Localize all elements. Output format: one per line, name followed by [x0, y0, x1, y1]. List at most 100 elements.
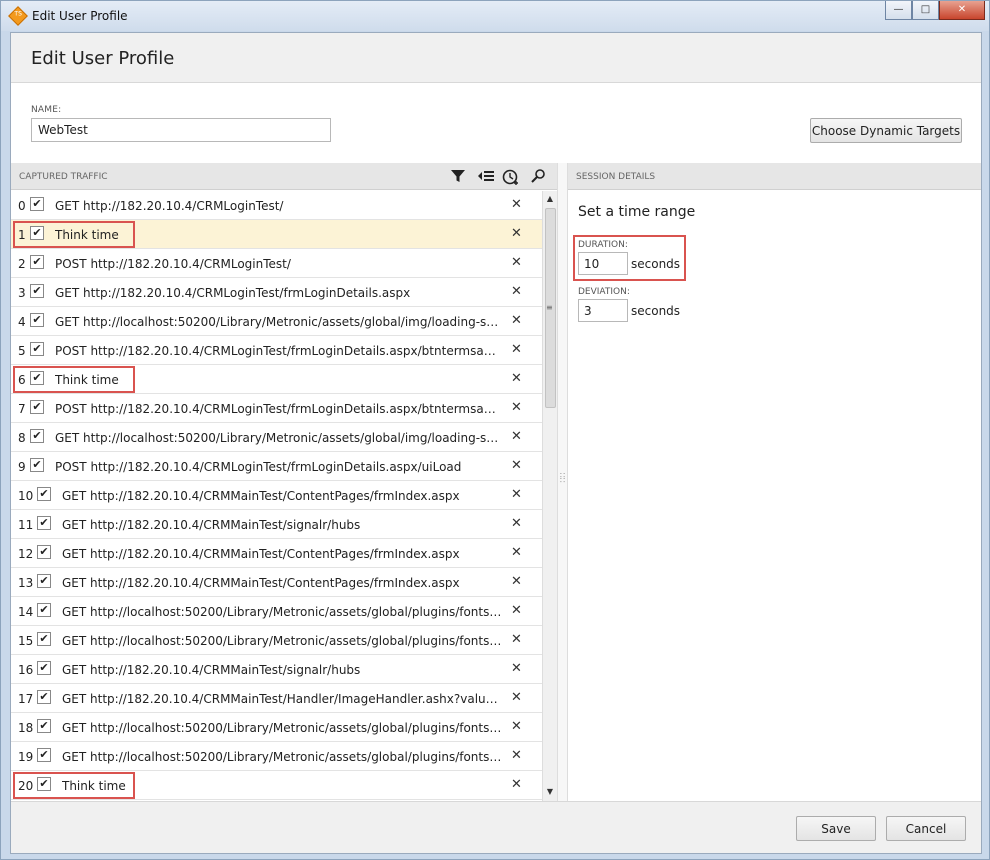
- traffic-row[interactable]: 6 ✔ Think time ✕: [11, 365, 542, 394]
- delete-row-icon[interactable]: ✕: [511, 197, 522, 212]
- scroll-down-icon[interactable]: ▼: [545, 787, 555, 796]
- collapse-list-icon[interactable]: [477, 168, 495, 186]
- row-checkbox[interactable]: ✔: [37, 748, 51, 762]
- traffic-row[interactable]: 9 ✔ POST http://182.20.10.4/CRMLoginTest/f…: [11, 452, 542, 481]
- traffic-row[interactable]: 1 ✔ Think time ✕: [11, 220, 542, 249]
- traffic-row[interactable]: 3 ✔ GET http://182.20.10.4/CRMLoginTest/fr…: [11, 278, 542, 307]
- scrollbar-grip-icon: ≡: [546, 303, 553, 312]
- delete-row-icon[interactable]: ✕: [511, 516, 522, 531]
- maximize-icon[interactable]: □: [912, 1, 939, 20]
- delete-row-icon[interactable]: ✕: [511, 777, 522, 792]
- save-button[interactable]: Save: [796, 816, 876, 841]
- delete-row-icon[interactable]: ✕: [511, 632, 522, 647]
- traffic-row[interactable]: 16 ✔ GET http://182.20.10.4/CRMMainTest/si…: [11, 655, 542, 684]
- delete-row-icon[interactable]: ✕: [511, 661, 522, 676]
- row-checkbox[interactable]: ✔: [37, 574, 51, 588]
- traffic-row[interactable]: 5 ✔ POST http://182.20.10.4/CRMLoginTest/f…: [11, 336, 542, 365]
- delete-row-icon[interactable]: ✕: [511, 342, 522, 357]
- delete-row-icon[interactable]: ✕: [511, 719, 522, 734]
- minimize-icon[interactable]: —: [885, 1, 912, 20]
- row-checkbox[interactable]: ✔: [30, 342, 44, 356]
- row-checkbox[interactable]: ✔: [30, 400, 44, 414]
- dialog-header: Edit User Profile: [11, 33, 981, 83]
- traffic-row[interactable]: 19 ✔ GET http://localhost:50200/Library/Me…: [11, 742, 542, 771]
- row-checkbox[interactable]: ✔: [37, 690, 51, 704]
- traffic-row[interactable]: 14 ✔ GET http://localhost:50200/Library/Me…: [11, 597, 542, 626]
- duration-input[interactable]: [578, 252, 628, 275]
- row-request-text: GET http://localhost:50200/Library/Metro…: [55, 431, 503, 445]
- row-checkbox[interactable]: ✔: [30, 226, 44, 240]
- traffic-row[interactable]: 0 ✔ GET http://182.20.10.4/CRMLoginTest/ ✕: [11, 191, 542, 220]
- row-index: 5: [18, 344, 26, 358]
- row-request-text: GET http://182.20.10.4/CRMMainTest/Conte…: [62, 547, 460, 561]
- row-index: 20: [18, 779, 34, 793]
- delete-row-icon[interactable]: ✕: [511, 226, 522, 241]
- splitter-grip-icon: ∷ ∷: [560, 471, 566, 485]
- traffic-scrollbar[interactable]: ▲ ≡ ▼: [542, 191, 557, 801]
- delete-row-icon[interactable]: ✕: [511, 400, 522, 415]
- traffic-row[interactable]: 11 ✔ GET http://182.20.10.4/CRMMainTest/si…: [11, 510, 542, 539]
- row-request-text: GET http://182.20.10.4/CRMMainTest/Conte…: [62, 489, 460, 503]
- clock-add-icon[interactable]: [502, 168, 520, 186]
- traffic-row[interactable]: 15 ✔ GET http://localhost:50200/Library/Me…: [11, 626, 542, 655]
- delete-row-icon[interactable]: ✕: [511, 690, 522, 705]
- title-bar[interactable]: TS Edit User Profile — □ ✕: [1, 1, 989, 31]
- row-checkbox[interactable]: ✔: [37, 661, 51, 675]
- delete-row-icon[interactable]: ✕: [511, 748, 522, 763]
- delete-row-icon[interactable]: ✕: [511, 545, 522, 560]
- row-index: 2: [18, 257, 26, 271]
- traffic-row[interactable]: 17 ✔ GET http://182.20.10.4/CRMMainTest/Ha…: [11, 684, 542, 713]
- row-index: 15: [18, 634, 34, 648]
- delete-row-icon[interactable]: ✕: [511, 429, 522, 444]
- panel-splitter[interactable]: ∷ ∷: [557, 163, 568, 801]
- row-request-text: GET http://182.20.10.4/CRMMainTest/Handl…: [62, 692, 503, 706]
- traffic-row[interactable]: 2 ✔ POST http://182.20.10.4/CRMLoginTest/ ✕: [11, 249, 542, 278]
- row-checkbox[interactable]: ✔: [37, 632, 51, 646]
- cancel-button[interactable]: Cancel: [886, 816, 966, 841]
- delete-row-icon[interactable]: ✕: [511, 284, 522, 299]
- row-checkbox[interactable]: ✔: [37, 777, 51, 791]
- row-request-text: POST http://182.20.10.4/CRMLoginTest/: [55, 257, 291, 271]
- close-icon[interactable]: ✕: [939, 1, 985, 20]
- row-request-text: Think time: [55, 228, 119, 242]
- delete-row-icon[interactable]: ✕: [511, 574, 522, 589]
- choose-dynamic-targets-button[interactable]: Choose Dynamic Targets: [810, 118, 962, 143]
- delete-row-icon[interactable]: ✕: [511, 458, 522, 473]
- row-checkbox[interactable]: ✔: [37, 487, 51, 501]
- row-checkbox[interactable]: ✔: [30, 313, 44, 327]
- delete-row-icon[interactable]: ✕: [511, 371, 522, 386]
- row-checkbox[interactable]: ✔: [30, 371, 44, 385]
- row-checkbox[interactable]: ✔: [30, 284, 44, 298]
- traffic-row[interactable]: 4 ✔ GET http://localhost:50200/Library/Met…: [11, 307, 542, 336]
- delete-row-icon[interactable]: ✕: [511, 603, 522, 618]
- dialog-body: Edit User Profile NAME: Choose Dynamic T…: [10, 32, 982, 854]
- row-checkbox[interactable]: ✔: [37, 545, 51, 559]
- name-input[interactable]: [31, 118, 331, 142]
- row-checkbox[interactable]: ✔: [30, 197, 44, 211]
- delete-row-icon[interactable]: ✕: [511, 255, 522, 270]
- search-icon[interactable]: [529, 168, 547, 186]
- session-details-panel: Set a time range DURATION: seconds DEVIA…: [568, 191, 981, 801]
- filter-icon[interactable]: [449, 168, 467, 186]
- row-request-text: Think time: [62, 779, 126, 793]
- row-checkbox[interactable]: ✔: [37, 516, 51, 530]
- deviation-input[interactable]: [578, 299, 628, 322]
- row-checkbox[interactable]: ✔: [30, 458, 44, 472]
- row-checkbox[interactable]: ✔: [37, 603, 51, 617]
- row-request-text: POST http://182.20.10.4/CRMLoginTest/frm…: [55, 402, 503, 416]
- traffic-row[interactable]: 10 ✔ GET http://182.20.10.4/CRMMainTest/Co…: [11, 481, 542, 510]
- traffic-row[interactable]: 13 ✔ GET http://182.20.10.4/CRMMainTest/Co…: [11, 568, 542, 597]
- row-index: 8: [18, 431, 26, 445]
- traffic-row[interactable]: 8 ✔ GET http://localhost:50200/Library/Met…: [11, 423, 542, 452]
- delete-row-icon[interactable]: ✕: [511, 313, 522, 328]
- traffic-row[interactable]: 12 ✔ GET http://182.20.10.4/CRMMainTest/Co…: [11, 539, 542, 568]
- scroll-up-icon[interactable]: ▲: [545, 194, 555, 203]
- traffic-row[interactable]: 7 ✔ POST http://182.20.10.4/CRMLoginTest/f…: [11, 394, 542, 423]
- traffic-row[interactable]: 18 ✔ GET http://localhost:50200/Library/Me…: [11, 713, 542, 742]
- delete-row-icon[interactable]: ✕: [511, 487, 522, 502]
- row-checkbox[interactable]: ✔: [30, 429, 44, 443]
- row-checkbox[interactable]: ✔: [37, 719, 51, 733]
- row-checkbox[interactable]: ✔: [30, 255, 44, 269]
- traffic-row[interactable]: 20 ✔ Think time ✕: [11, 771, 542, 800]
- row-index: 3: [18, 286, 26, 300]
